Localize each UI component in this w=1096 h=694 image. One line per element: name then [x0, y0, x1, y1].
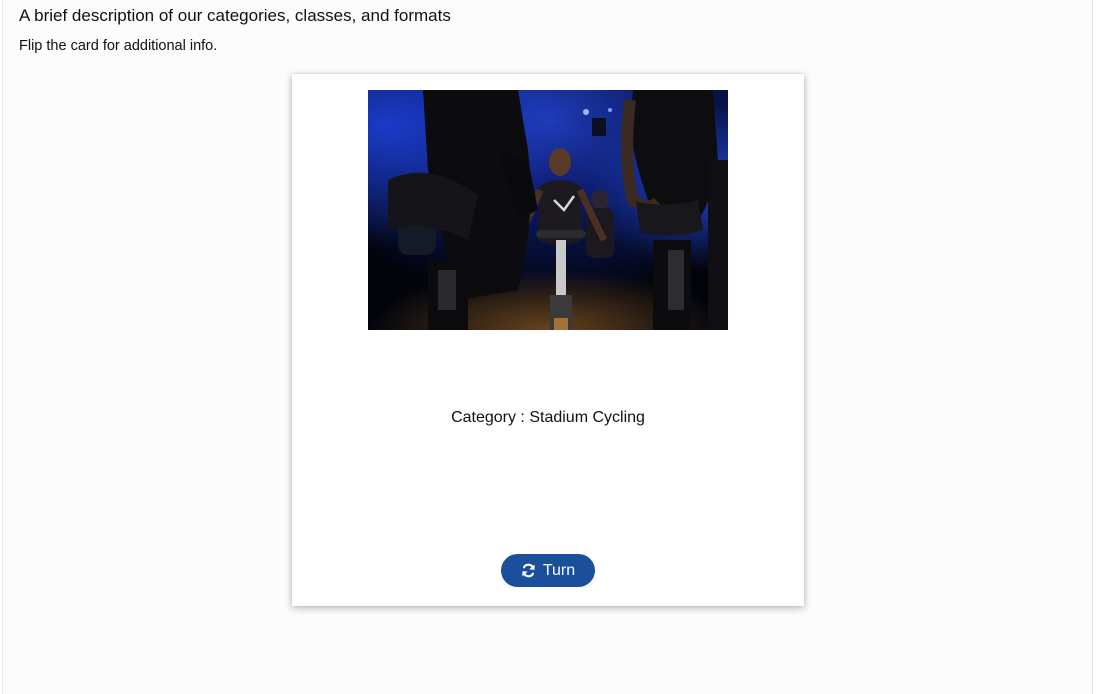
turn-button-label: Turn — [542, 561, 576, 579]
flip-card[interactable]: Category : Stadium Cycling Turn — [292, 74, 804, 606]
stadium-cycling-photo — [368, 90, 728, 330]
turn-button[interactable]: Turn — [501, 554, 595, 587]
refresh-icon — [521, 563, 536, 578]
card-category-label: Category : Stadium Cycling — [451, 409, 645, 426]
page-subtitle: Flip the card for additional info. — [19, 38, 218, 54]
page-title: A brief description of our categories, c… — [19, 6, 451, 25]
